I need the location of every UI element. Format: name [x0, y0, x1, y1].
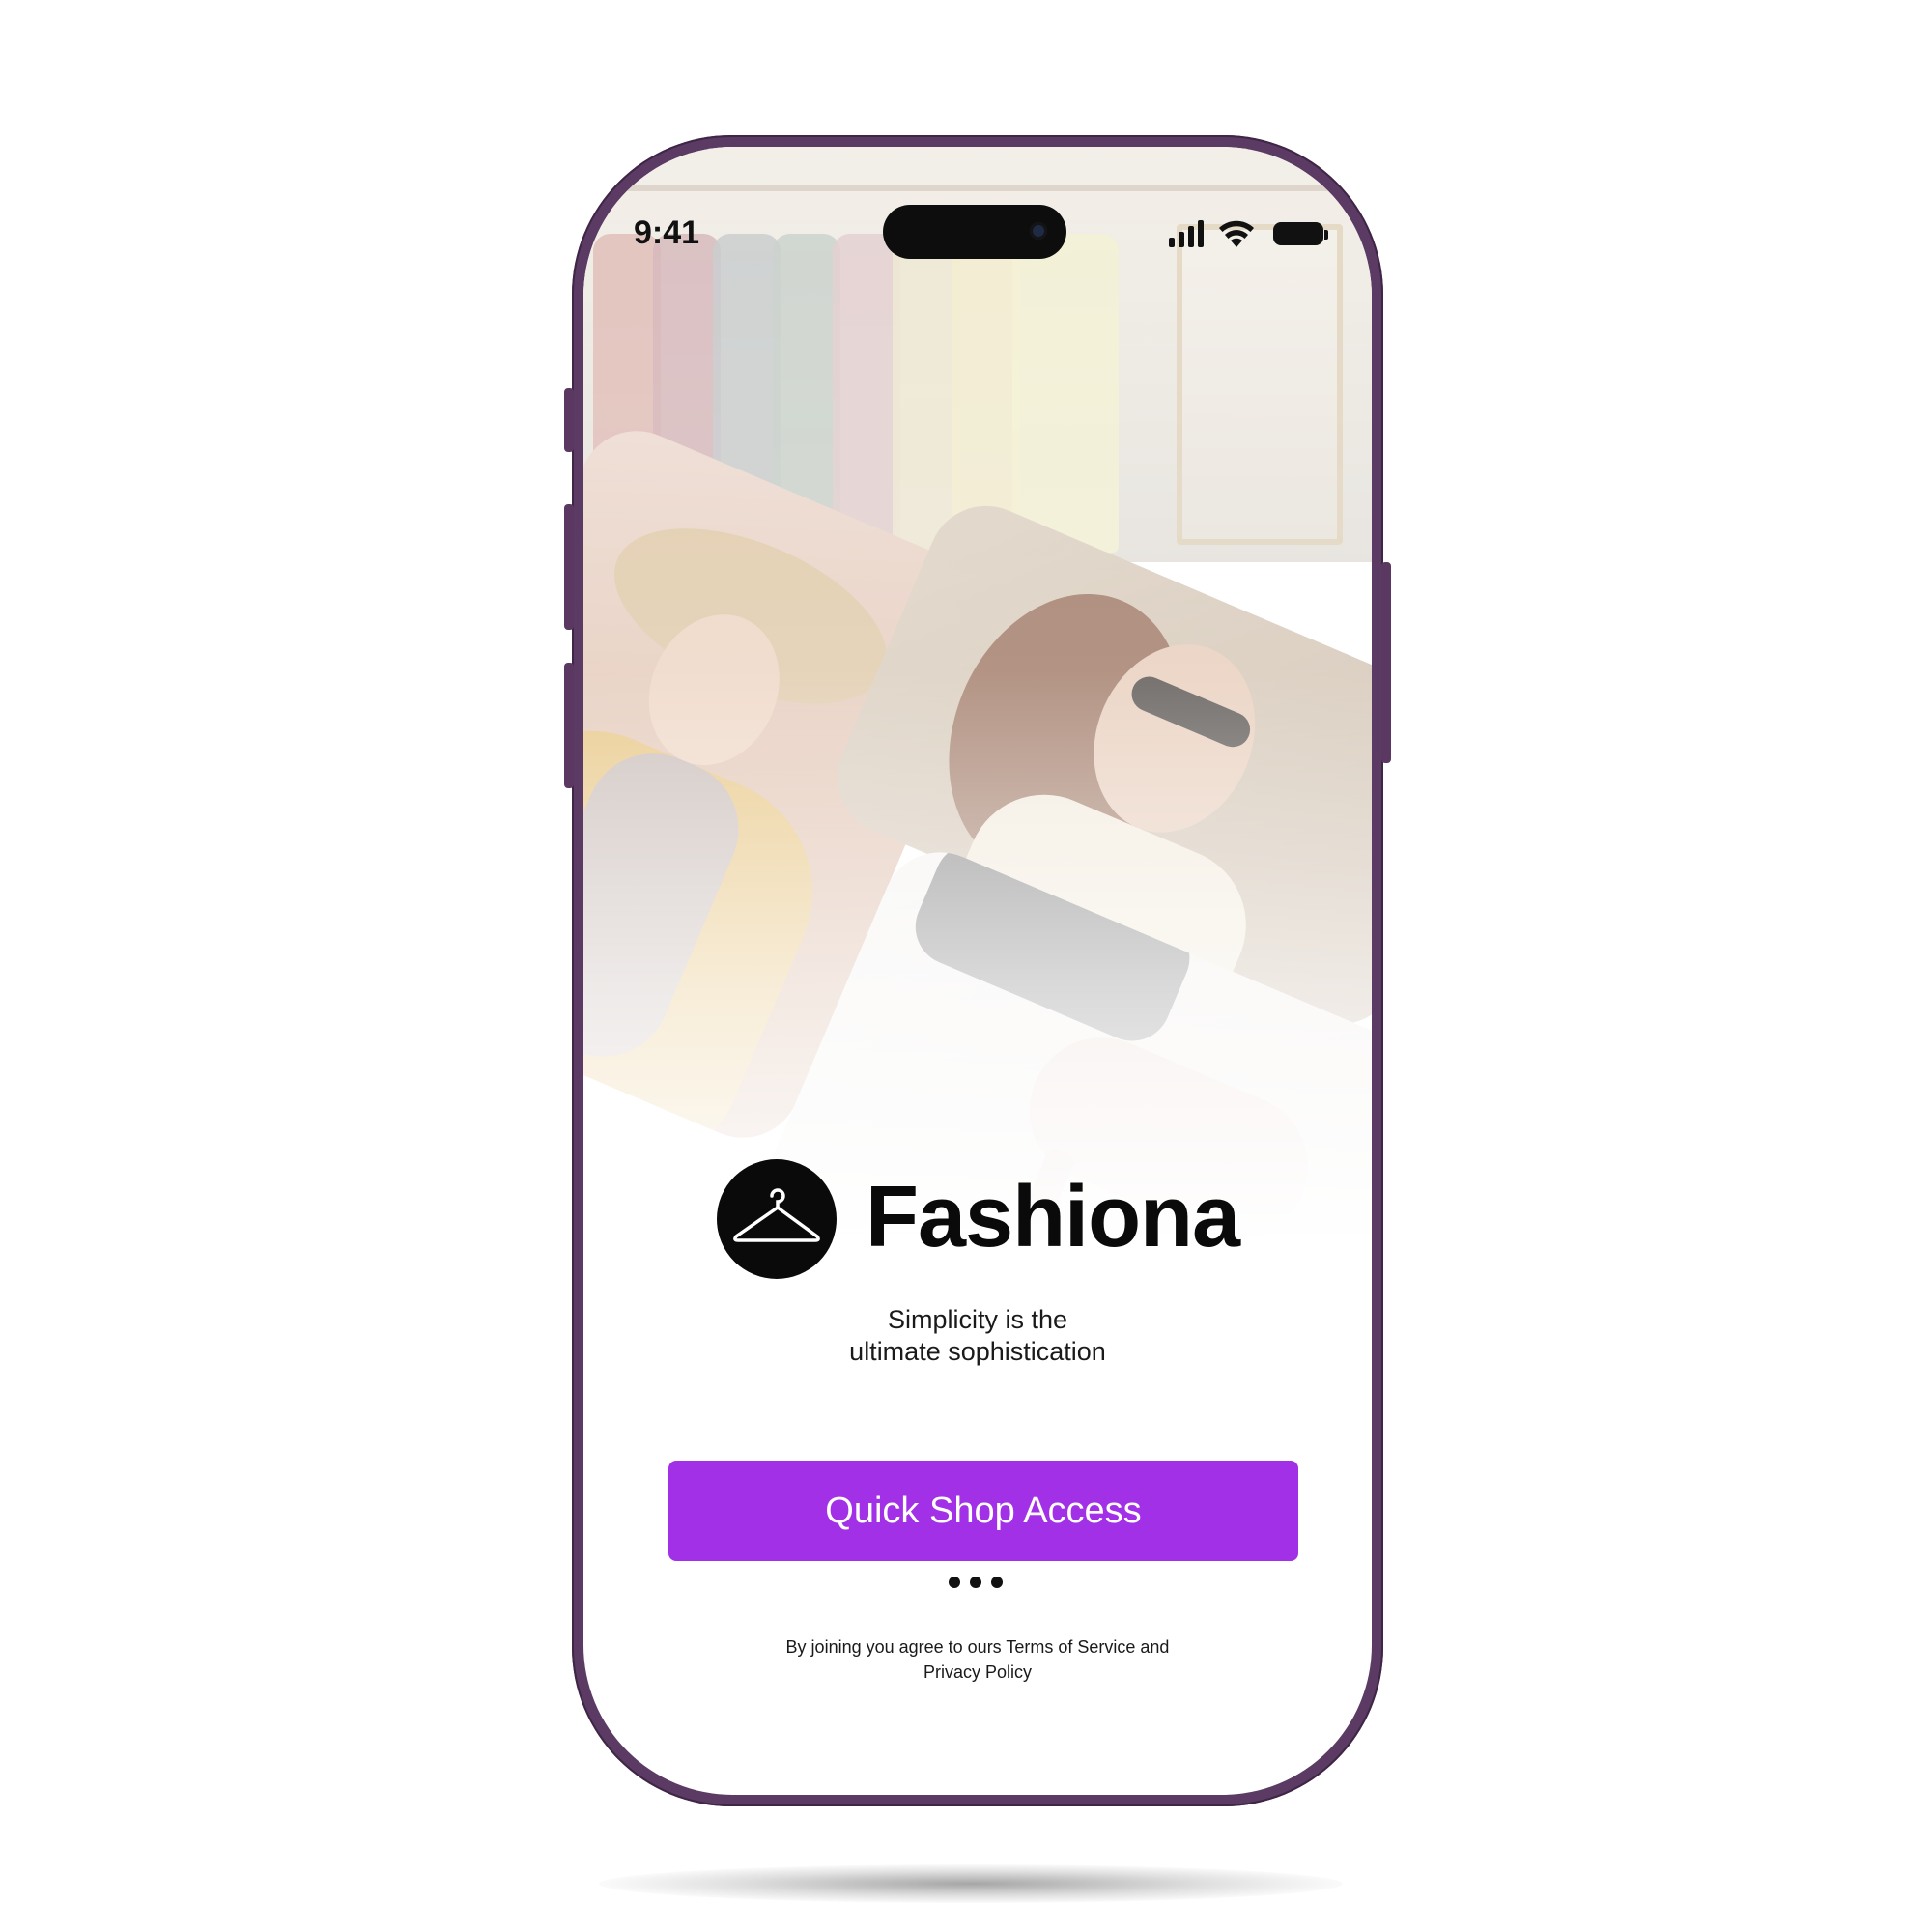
- tagline-line-2: ultimate sophistication: [849, 1337, 1106, 1366]
- page-indicator: [949, 1577, 1007, 1590]
- hero-white-fade: [583, 147, 1372, 1306]
- wifi-icon: [1219, 220, 1254, 247]
- cellular-signal-icon: [1169, 216, 1211, 251]
- dynamic-island: [883, 205, 1066, 259]
- power-button: [1381, 562, 1391, 763]
- status-icons: [1169, 216, 1328, 251]
- quick-shop-access-button[interactable]: Quick Shop Access: [668, 1461, 1298, 1561]
- phone-frame: 9:41 Fashiona Simplicity is the ultimate…: [564, 135, 1391, 1806]
- brand-name: Fashiona: [866, 1169, 1240, 1265]
- terms-of-service-link[interactable]: Terms of Service: [1006, 1637, 1135, 1657]
- battery-icon: [1273, 222, 1328, 245]
- app-screen: 9:41 Fashiona Simplicity is the ultimate…: [583, 147, 1372, 1795]
- front-camera-icon: [1030, 222, 1047, 240]
- volume-up-button: [564, 504, 574, 630]
- signal-bar-4: [1198, 220, 1204, 247]
- status-time: 9:41: [634, 214, 700, 251]
- brand-logo: [717, 1159, 837, 1279]
- legal-notice: By joining you agree to ours Terms of Se…: [583, 1634, 1372, 1685]
- tagline: Simplicity is the ultimate sophisticatio…: [583, 1304, 1372, 1368]
- brand-lockup: Fashiona: [583, 1151, 1372, 1287]
- page-dot-3[interactable]: [991, 1577, 1003, 1588]
- battery-tip: [1324, 230, 1328, 240]
- page-dot-2[interactable]: [970, 1577, 981, 1588]
- mockup-stage: 9:41 Fashiona Simplicity is the ultimate…: [0, 0, 1932, 1932]
- tagline-line-1: Simplicity is the: [887, 1305, 1068, 1334]
- hero-collage: [583, 147, 1372, 1306]
- page-dot-1[interactable]: [949, 1577, 960, 1588]
- legal-line-2: Privacy Policy: [583, 1660, 1372, 1685]
- privacy-policy-link[interactable]: Privacy Policy: [923, 1662, 1032, 1682]
- signal-bar-1: [1169, 238, 1175, 247]
- signal-bar-2: [1179, 232, 1184, 247]
- status-bar: 9:41: [583, 205, 1372, 263]
- legal-prefix: By joining you agree to ours: [785, 1637, 1007, 1657]
- signal-bar-3: [1188, 226, 1194, 247]
- legal-joiner: and: [1135, 1637, 1170, 1657]
- phone-floor-shadow: [599, 1864, 1343, 1903]
- hanger-icon: [733, 1188, 820, 1242]
- legal-line-1: By joining you agree to ours Terms of Se…: [583, 1634, 1372, 1660]
- volume-down-button: [564, 663, 574, 788]
- action-button: [564, 388, 574, 452]
